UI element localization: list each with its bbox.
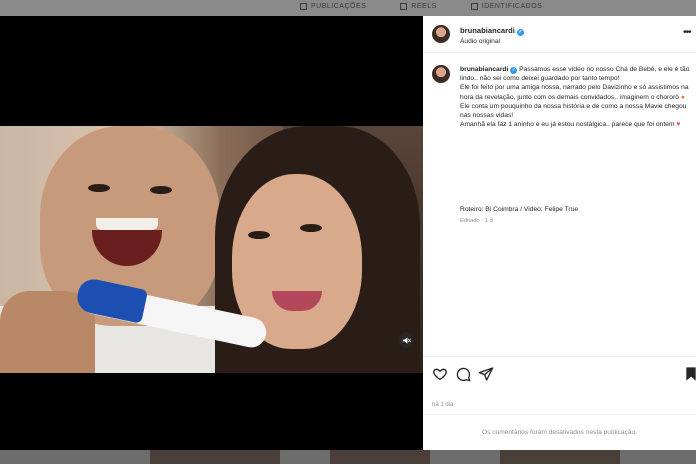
bookmark-icon[interactable] — [683, 366, 696, 382]
avatar[interactable] — [432, 65, 450, 83]
tab-posts-label: PUBLICAÇÕES — [311, 3, 367, 10]
post-video[interactable] — [0, 126, 423, 373]
profile-background-header: PUBLICAÇÕES REELS IDENTIFICADOS — [0, 0, 696, 16]
comment-icon[interactable] — [455, 366, 471, 382]
crying-emoji-icon: ● — [680, 93, 685, 101]
verified-badge-icon: ✓ — [516, 29, 524, 36]
avatar[interactable] — [432, 25, 450, 43]
caption-author[interactable]: brunabiancardi — [460, 66, 508, 73]
caption-section: brunabiancardi ✓ Passamos esse vídeo no n… — [423, 53, 696, 351]
tab-reels[interactable]: REELS — [400, 3, 436, 10]
post-media-pane — [0, 16, 423, 450]
reels-icon — [400, 3, 408, 10]
tab-posts[interactable]: PUBLICAÇÕES — [300, 3, 366, 10]
heart-emoji-icon: ♥ — [676, 121, 681, 129]
comments-disabled-notice: Os comentários foram desativados nesta p… — [423, 414, 696, 450]
speaker-muted-icon[interactable] — [398, 332, 414, 348]
tab-tagged[interactable]: IDENTIFICADOS — [470, 3, 543, 10]
tagged-icon — [470, 3, 478, 10]
caption-line: Ele foi feito por uma amiga nossa, narra… — [460, 84, 689, 101]
post-header: brunabiancardi ✓ Áudio original ••• — [423, 16, 696, 53]
profile-tabs: PUBLICAÇÕES REELS IDENTIFICADOS — [300, 3, 542, 10]
send-icon[interactable] — [478, 366, 494, 382]
tab-tagged-label: IDENTIFICADOS — [481, 3, 543, 10]
grid-thumbnail[interactable] — [150, 450, 280, 464]
caption-credits: Roteiro: Bi Coimbra / Video: Felipe True — [460, 206, 579, 213]
audio-label[interactable]: Áudio original — [460, 38, 500, 45]
post-author-name[interactable]: brunabiancardi — [460, 26, 515, 35]
action-bar — [423, 356, 696, 386]
caption-line: Amanhã ela faz 1 aninho e eu já estou no… — [460, 121, 675, 129]
tab-reels-label: REELS — [411, 3, 437, 10]
post-author[interactable]: brunabiancardi ✓ — [460, 26, 524, 36]
post-detail-panel: brunabiancardi ✓ Áudio original ••• bruna… — [423, 16, 696, 450]
heart-icon[interactable] — [432, 366, 448, 382]
more-options-icon[interactable]: ••• — [683, 27, 691, 38]
grid-icon — [300, 3, 307, 10]
edited-label: Editado · 1 d — [460, 218, 493, 224]
caption: brunabiancardi ✓ Passamos esse vídeo no n… — [460, 65, 690, 129]
grid-thumbnail[interactable] — [500, 450, 620, 464]
grid-thumbnail[interactable] — [330, 450, 430, 464]
verified-badge-icon: ✓ — [510, 67, 518, 74]
post-timestamp: há 1 dia — [432, 402, 454, 408]
caption-line: Ele conta um pouquinho da nossa história… — [460, 102, 687, 120]
